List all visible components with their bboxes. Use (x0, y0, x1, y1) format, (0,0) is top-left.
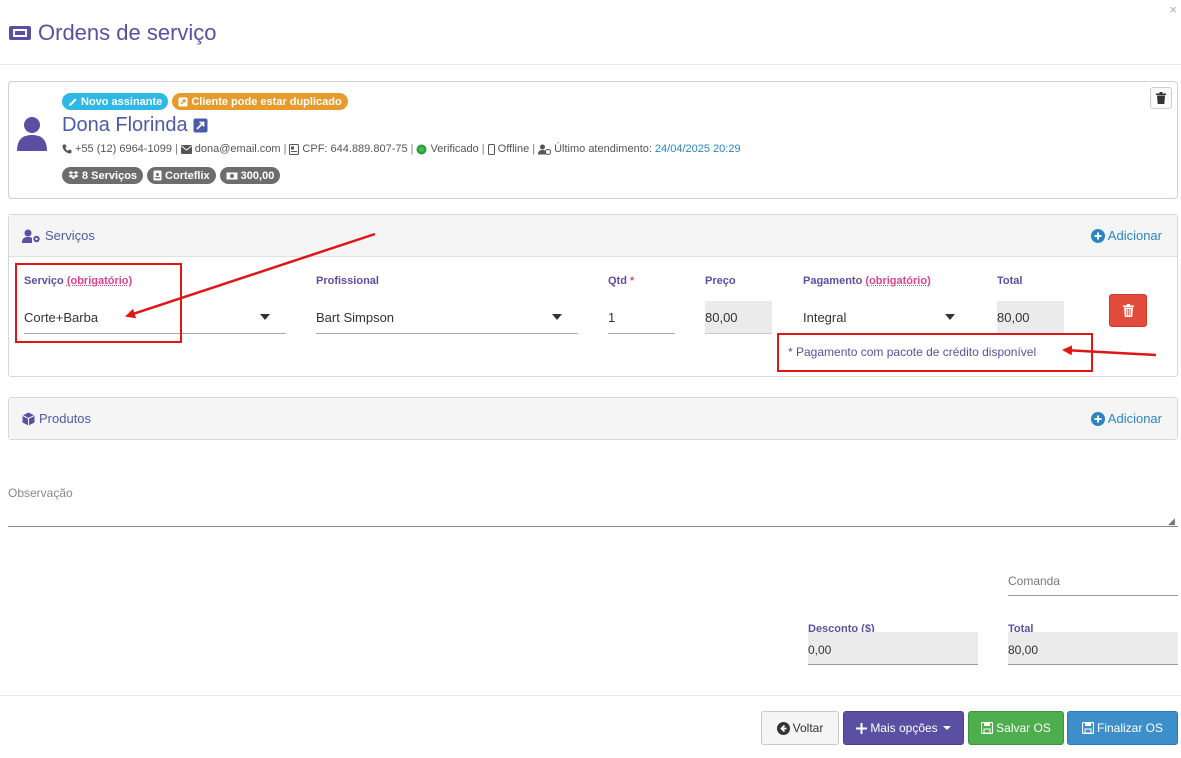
annotation-arrows (125, 232, 1157, 357)
annotation-arrow-service (125, 232, 376, 319)
annotation-arrow-payment (1062, 345, 1157, 357)
